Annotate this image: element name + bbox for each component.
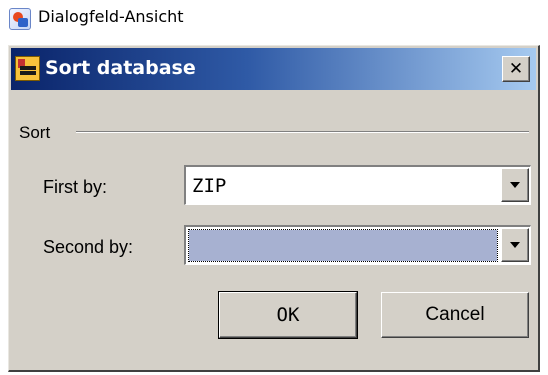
dialog-title: Sort database — [45, 57, 196, 79]
chevron-down-icon[interactable] — [501, 168, 529, 202]
ok-button[interactable]: OK — [218, 291, 358, 339]
close-button[interactable]: ✕ — [502, 56, 530, 82]
sort-database-dialog: Sort database ✕ Sort First by: ZIP Secon… — [8, 45, 540, 372]
first-by-select[interactable]: ZIP — [184, 165, 531, 205]
second-by-select[interactable] — [184, 225, 531, 265]
sort-group-divider — [76, 131, 529, 133]
sort-group-label: Sort — [19, 123, 51, 142]
second-by-label: Second by: — [43, 237, 134, 257]
cancel-button[interactable]: Cancel — [381, 292, 529, 338]
second-by-selection — [188, 229, 498, 262]
first-by-value: ZIP — [192, 175, 227, 197]
sort-database-icon — [15, 56, 40, 81]
dialog-titlebar[interactable]: Sort database ✕ — [11, 48, 536, 90]
chevron-down-icon[interactable] — [501, 228, 529, 262]
first-by-label: First by: — [43, 177, 108, 197]
dialog-view-icon — [9, 8, 31, 30]
viewer-title: Dialogfeld-Ansicht — [38, 7, 184, 26]
viewer-caption: Dialogfeld-Ansicht — [0, 0, 548, 36]
